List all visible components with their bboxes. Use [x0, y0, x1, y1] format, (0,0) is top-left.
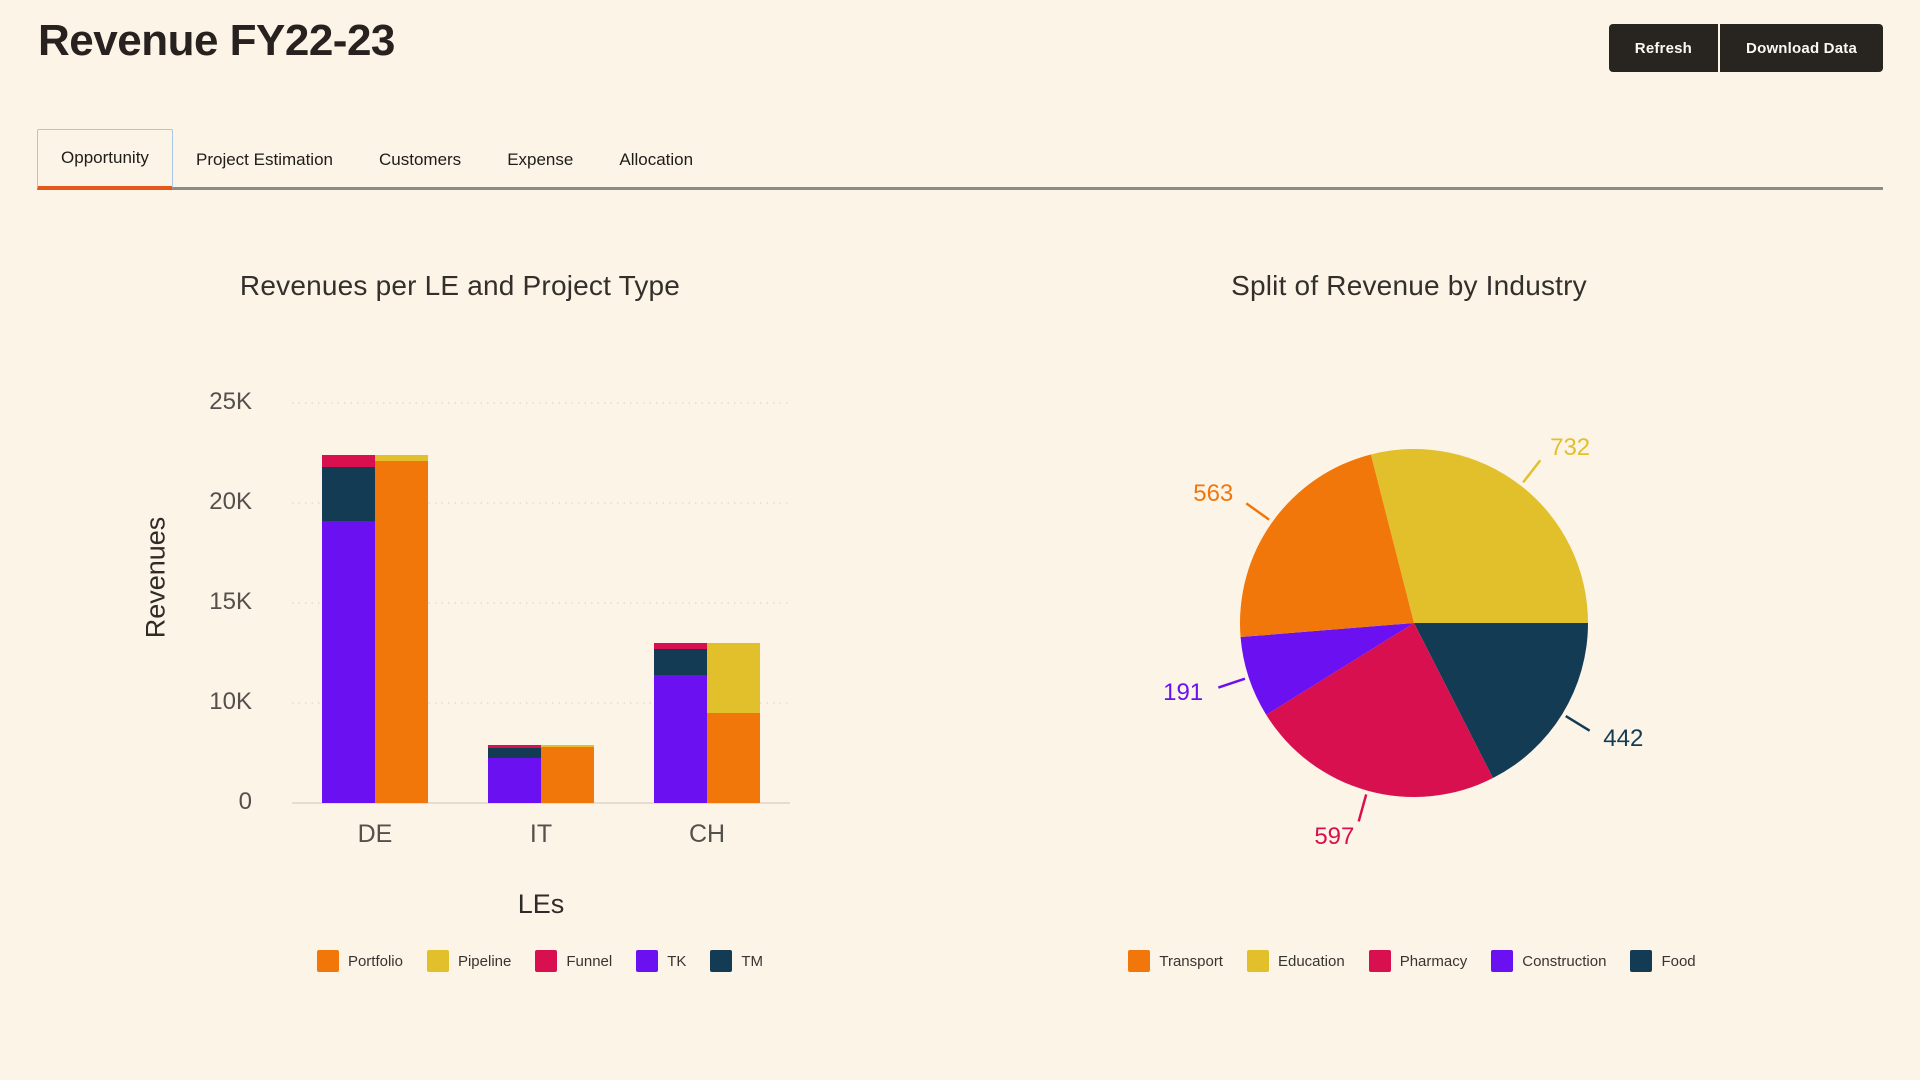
bar-segment-it-funnel[interactable]	[488, 745, 541, 748]
legend-label: Education	[1278, 953, 1345, 970]
legend-label: TM	[741, 953, 763, 970]
legend-swatch-portfolio	[317, 950, 339, 972]
bar-segment-de-pipeline[interactable]	[375, 455, 428, 461]
legend-swatch-construction	[1491, 950, 1513, 972]
legend-item-education: Education	[1247, 950, 1345, 972]
pie-leader-education	[1523, 460, 1540, 482]
bar-segment-it-tm[interactable]	[488, 748, 541, 758]
legend-item-food: Food	[1630, 950, 1695, 972]
tab-opportunity[interactable]: Opportunity	[37, 129, 173, 190]
legend-swatch-pipeline	[427, 950, 449, 972]
legend-swatch-food	[1630, 950, 1652, 972]
legend-swatch-tm	[710, 950, 732, 972]
legend-item-tm: TM	[710, 950, 763, 972]
pie-leader-pharmacy	[1359, 794, 1367, 821]
legend-item-funnel: Funnel	[535, 950, 612, 972]
bar-segment-de-portfolio[interactable]	[375, 461, 428, 803]
bar-chart-legend: Portfolio Pipeline Funnel TK TM	[190, 950, 890, 972]
bar-segment-ch-pipeline[interactable]	[707, 643, 760, 713]
bar-segment-de-tk[interactable]	[322, 521, 375, 803]
legend-label: Transport	[1159, 953, 1223, 970]
legend-swatch-education	[1247, 950, 1269, 972]
legend-item-pharmacy: Pharmacy	[1369, 950, 1468, 972]
bar-segment-it-pipeline[interactable]	[541, 745, 594, 747]
bar-segment-ch-tk[interactable]	[654, 675, 707, 803]
bar-segment-de-tm[interactable]	[322, 467, 375, 521]
bar-segment-ch-tm[interactable]	[654, 649, 707, 675]
charts-canvas	[0, 0, 1920, 1080]
pie-leader-transport	[1246, 503, 1269, 519]
legend-label: Portfolio	[348, 953, 403, 970]
legend-item-construction: Construction	[1491, 950, 1606, 972]
legend-swatch-tk	[636, 950, 658, 972]
legend-swatch-funnel	[535, 950, 557, 972]
legend-label: Pipeline	[458, 953, 511, 970]
bar-segment-it-tk[interactable]	[488, 758, 541, 803]
bar-segment-ch-portfolio[interactable]	[707, 713, 760, 803]
legend-item-portfolio: Portfolio	[317, 950, 403, 972]
pie-chart-legend: Transport Education Pharmacy Construction Fo…	[1062, 950, 1762, 972]
bar-segment-de-funnel[interactable]	[322, 455, 375, 467]
bar-segment-it-portfolio[interactable]	[541, 747, 594, 803]
legend-swatch-pharmacy	[1369, 950, 1391, 972]
legend-label: Pharmacy	[1400, 953, 1468, 970]
pie-leader-food	[1566, 716, 1590, 731]
pie-leader-construction	[1218, 679, 1245, 688]
dashboard-page: Revenue FY22-23 Refresh Download Data Op…	[0, 0, 1920, 1080]
bar-segment-ch-funnel[interactable]	[654, 643, 707, 649]
legend-label: Food	[1661, 953, 1695, 970]
legend-swatch-transport	[1128, 950, 1150, 972]
legend-item-transport: Transport	[1128, 950, 1223, 972]
legend-item-tk: TK	[636, 950, 686, 972]
legend-item-pipeline: Pipeline	[427, 950, 511, 972]
legend-label: TK	[667, 953, 686, 970]
legend-label: Construction	[1522, 953, 1606, 970]
legend-label: Funnel	[566, 953, 612, 970]
